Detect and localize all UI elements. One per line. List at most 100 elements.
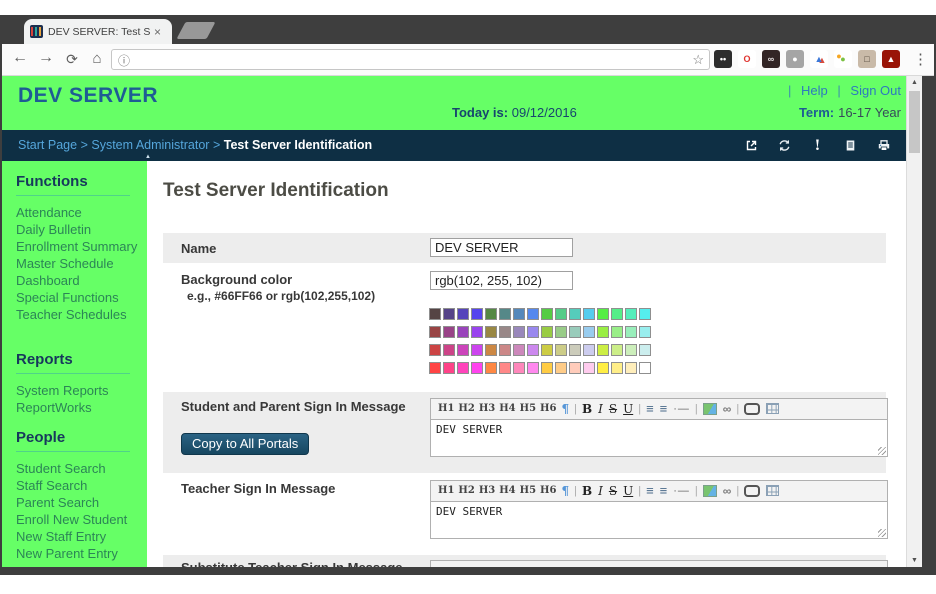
color-swatch[interactable] xyxy=(471,344,483,356)
sidebar-item-reportworks[interactable]: ReportWorks xyxy=(16,399,147,416)
color-swatch[interactable] xyxy=(597,344,609,356)
extension-mask[interactable]: ∞ xyxy=(762,50,780,68)
home-icon[interactable]: ⌂ xyxy=(87,50,107,67)
color-swatch[interactable] xyxy=(457,362,469,374)
extension-pdf[interactable]: ▲ xyxy=(882,50,900,68)
color-swatch[interactable] xyxy=(611,308,623,320)
sidebar-item-new-staff-entry[interactable]: New Staff Entry xyxy=(16,528,147,545)
color-swatch[interactable] xyxy=(569,326,581,338)
color-swatch[interactable] xyxy=(555,344,567,356)
color-swatch[interactable] xyxy=(555,308,567,320)
color-swatch[interactable] xyxy=(443,326,455,338)
color-swatch[interactable] xyxy=(471,326,483,338)
color-swatch[interactable] xyxy=(569,344,581,356)
color-swatch[interactable] xyxy=(611,344,623,356)
editor-h5-button[interactable]: H5 xyxy=(520,481,536,501)
editor-i-button[interactable]: I xyxy=(598,481,603,501)
editor-table-button[interactable] xyxy=(766,481,779,501)
color-swatch[interactable] xyxy=(513,344,525,356)
url-input[interactable] xyxy=(136,51,680,69)
color-swatch[interactable] xyxy=(513,308,525,320)
editor-h4-button[interactable]: H4 xyxy=(499,399,515,419)
extension-dark-dots[interactable]: •• xyxy=(714,50,732,68)
color-swatch[interactable] xyxy=(443,344,455,356)
page-scrollbar[interactable]: ▲ ▼ xyxy=(906,76,922,567)
breadcrumb-start-page[interactable]: Start Page xyxy=(18,138,77,152)
color-swatch[interactable] xyxy=(513,326,525,338)
extension-camera[interactable]: □ xyxy=(858,50,876,68)
editor-i-button[interactable]: I xyxy=(598,399,603,419)
color-swatch[interactable] xyxy=(555,326,567,338)
editor-ol-button[interactable] xyxy=(660,481,668,501)
editor-h6-button[interactable]: H6 xyxy=(540,399,556,419)
color-swatch[interactable] xyxy=(541,362,553,374)
sign-out-link[interactable]: Sign Out xyxy=(850,83,901,98)
color-swatch[interactable] xyxy=(597,308,609,320)
color-swatch[interactable] xyxy=(429,362,441,374)
editor---button[interactable]: ·— xyxy=(673,399,690,419)
editor-h2-button[interactable]: H2 xyxy=(458,481,474,501)
scroll-down-icon[interactable]: ▼ xyxy=(907,554,922,567)
open-new-window-icon[interactable] xyxy=(743,137,760,154)
sidebar-item-student-search[interactable]: Student Search xyxy=(16,460,147,477)
color-swatch[interactable] xyxy=(639,308,651,320)
name-input[interactable] xyxy=(430,238,573,257)
help-link[interactable]: Help xyxy=(801,83,828,98)
color-swatch[interactable] xyxy=(527,344,539,356)
sidebar-item-master-schedule[interactable]: Master Schedule xyxy=(16,255,147,272)
editor-h1-button[interactable]: H1 xyxy=(438,399,454,419)
color-swatch[interactable] xyxy=(457,308,469,320)
report-icon[interactable] xyxy=(842,137,859,154)
color-swatch[interactable] xyxy=(569,362,581,374)
color-swatch[interactable] xyxy=(625,344,637,356)
editor---button[interactable]: ∞ xyxy=(723,399,732,419)
editor---button[interactable]: ¶ xyxy=(561,481,569,501)
scroll-up-icon[interactable]: ▲ xyxy=(907,76,922,89)
color-swatch[interactable] xyxy=(527,362,539,374)
color-swatch[interactable] xyxy=(611,326,623,338)
color-swatch[interactable] xyxy=(485,308,497,320)
color-swatch[interactable] xyxy=(583,362,595,374)
color-swatch[interactable] xyxy=(583,326,595,338)
color-swatch[interactable] xyxy=(555,362,567,374)
editor-ul-button[interactable] xyxy=(646,481,654,501)
editor-h2-button[interactable]: H2 xyxy=(458,399,474,419)
sidebar-item-dashboard[interactable]: Dashboard xyxy=(16,272,147,289)
print-icon[interactable] xyxy=(875,137,892,154)
editor-h5-button[interactable]: H5 xyxy=(520,399,536,419)
color-swatch[interactable] xyxy=(611,362,623,374)
background-color-input[interactable] xyxy=(430,271,573,290)
color-swatch[interactable] xyxy=(499,362,511,374)
editor-box-button[interactable] xyxy=(744,481,760,501)
scrollbar-thumb[interactable] xyxy=(909,91,920,153)
color-swatch[interactable] xyxy=(625,308,637,320)
editor-image-button[interactable] xyxy=(703,399,717,419)
color-swatch[interactable] xyxy=(625,326,637,338)
color-swatch[interactable] xyxy=(527,326,539,338)
color-swatch[interactable] xyxy=(443,362,455,374)
color-swatch[interactable] xyxy=(499,326,511,338)
editor-h1-button[interactable]: H1 xyxy=(438,481,454,501)
browser-tab[interactable]: DEV SERVER: Test Server × xyxy=(24,19,172,44)
browser-menu-icon[interactable]: ⋮ xyxy=(913,50,928,68)
color-swatch[interactable] xyxy=(527,308,539,320)
color-swatch[interactable] xyxy=(541,326,553,338)
editor-s-button[interactable]: S xyxy=(609,399,617,419)
editor-u-button[interactable]: U xyxy=(623,399,633,419)
tab-close-icon[interactable]: × xyxy=(154,25,161,39)
color-swatch[interactable] xyxy=(485,326,497,338)
editor-box-button[interactable] xyxy=(744,399,760,419)
editor-ul-button[interactable] xyxy=(646,399,654,419)
sidebar-item-system-reports[interactable]: System Reports xyxy=(16,382,147,399)
color-swatch[interactable] xyxy=(429,344,441,356)
editor-b-button[interactable]: B xyxy=(582,481,592,501)
color-swatch[interactable] xyxy=(471,362,483,374)
editor---button[interactable]: ·— xyxy=(673,481,690,501)
sidebar-item-parent-search[interactable]: Parent Search xyxy=(16,494,147,511)
color-swatch[interactable] xyxy=(457,344,469,356)
color-swatch[interactable] xyxy=(639,344,651,356)
editor-ol-button[interactable] xyxy=(660,399,668,419)
color-swatch[interactable] xyxy=(597,362,609,374)
color-swatch[interactable] xyxy=(471,308,483,320)
color-swatch[interactable] xyxy=(499,344,511,356)
